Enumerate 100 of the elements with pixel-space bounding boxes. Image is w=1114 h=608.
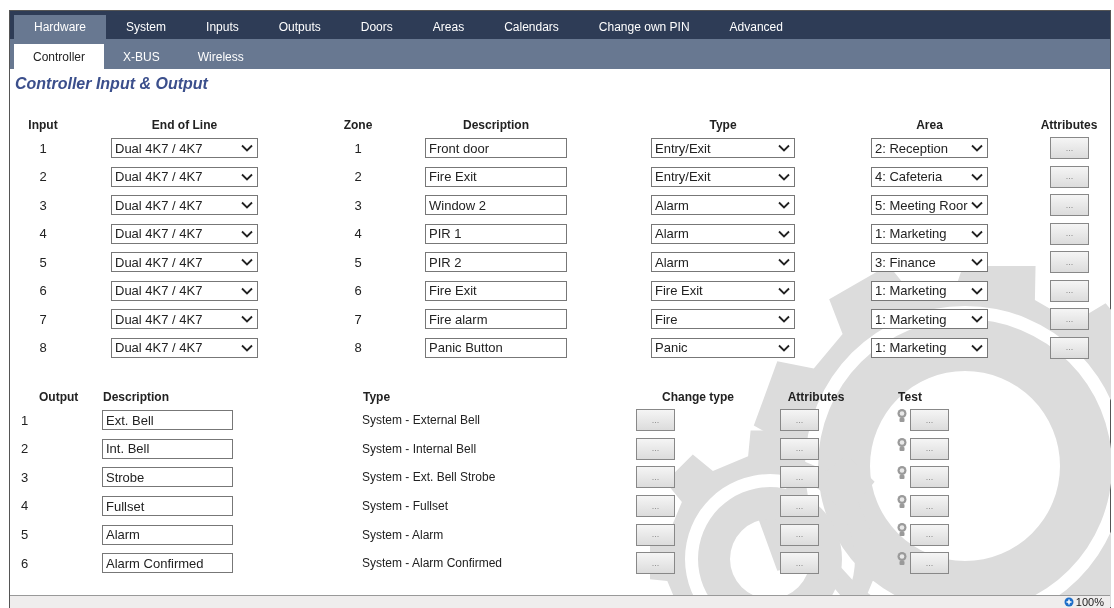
table-cell-text: 6 xyxy=(354,282,362,300)
dropdown[interactable]: Entry/Exit xyxy=(651,138,795,159)
column-header: Type xyxy=(363,389,392,406)
table-cell-text: 7 xyxy=(39,310,47,329)
caret-icon xyxy=(971,172,983,181)
caret-icon xyxy=(778,172,790,181)
dropdown[interactable]: Dual 4K7 / 4K7 xyxy=(111,280,258,301)
text-field[interactable]: Fire alarm xyxy=(425,309,567,330)
dropdown[interactable]: 3: Finance xyxy=(871,252,988,273)
column-header: Input xyxy=(28,117,58,134)
table-cell-text: System - Alarm Confirmed xyxy=(362,555,504,573)
column-header: Zone xyxy=(343,117,373,134)
text-field[interactable]: PIR 1 xyxy=(425,223,567,244)
light-bulb-icon xyxy=(897,493,907,510)
zoom-icon[interactable] xyxy=(1063,597,1074,607)
text-field[interactable]: Fire Exit xyxy=(425,280,567,301)
table-cell-text: System - External Bell xyxy=(362,412,482,430)
dropdown[interactable]: 2: Reception xyxy=(871,138,988,159)
dropdown[interactable]: Dual 4K7 / 4K7 xyxy=(111,166,258,187)
table-cell-text: 3 xyxy=(354,196,362,215)
caret-icon xyxy=(778,343,790,352)
dropdown[interactable]: Dual 4K7 / 4K7 xyxy=(111,138,258,159)
text-field[interactable]: Fire Exit xyxy=(425,166,567,187)
dropdown[interactable]: 1: Marketing xyxy=(871,280,988,301)
table-cell-text: 4 xyxy=(21,497,30,516)
caret-icon xyxy=(241,286,253,295)
table-cell-text: 1 xyxy=(21,411,30,430)
nav-tab[interactable]: Hardware xyxy=(14,15,107,39)
table-cell-text: 8 xyxy=(354,339,362,357)
nav-tab[interactable]: Areas xyxy=(412,15,485,39)
table-cell-text: 4 xyxy=(354,225,362,243)
caret-icon xyxy=(971,201,983,210)
dropdown[interactable]: 1: Marketing xyxy=(871,309,988,330)
caret-icon xyxy=(778,258,790,267)
column-header: Output xyxy=(39,389,79,406)
text-field[interactable]: PIR 2 xyxy=(425,252,567,273)
caret-icon xyxy=(778,286,790,295)
table-cell-text: 5 xyxy=(21,525,30,544)
table-cell-text: System - Internal Bell xyxy=(362,440,478,458)
caret-icon xyxy=(971,258,983,267)
text-field[interactable]: Front door xyxy=(425,138,567,159)
text-field[interactable]: Strobe xyxy=(102,467,233,488)
text-field[interactable]: Panic Button xyxy=(425,337,567,358)
dropdown[interactable]: Alarm xyxy=(651,195,795,216)
table-cell-text: 3 xyxy=(21,468,30,487)
table-cell-text: 5 xyxy=(39,253,47,272)
dropdown[interactable]: Entry/Exit xyxy=(651,166,795,187)
caret-icon xyxy=(778,315,790,324)
dropdown[interactable]: Panic xyxy=(651,337,795,358)
light-bulb-icon xyxy=(897,522,907,539)
nav-tab[interactable]: Advanced xyxy=(709,15,803,39)
nav-tab[interactable]: Outputs xyxy=(258,15,341,39)
table-cell-text: 3 xyxy=(39,196,47,215)
table-cell-text: 1 xyxy=(354,139,362,158)
column-header: Description xyxy=(463,117,529,134)
caret-icon xyxy=(241,343,253,352)
dropdown[interactable]: Alarm xyxy=(651,223,795,244)
text-field[interactable]: Alarm xyxy=(102,524,233,545)
dropdown[interactable]: Dual 4K7 / 4K7 xyxy=(111,252,258,273)
caret-icon xyxy=(971,343,983,352)
nav-tab[interactable]: Doors xyxy=(340,15,413,39)
dropdown[interactable]: Dual 4K7 / 4K7 xyxy=(111,337,258,358)
table-cell-text: System - Alarm xyxy=(362,526,445,544)
dropdown[interactable]: Alarm xyxy=(651,252,795,273)
page-title: Controller Input & Output xyxy=(15,75,208,92)
dropdown[interactable]: 5: Meeting Roor xyxy=(871,195,988,216)
dropdown[interactable]: Fire xyxy=(651,309,795,330)
dropdown[interactable]: 1: Marketing xyxy=(871,223,988,244)
table-cell-text: System - Ext. Bell Strobe xyxy=(362,469,497,487)
nav-tab[interactable]: Inputs xyxy=(186,15,259,39)
caret-icon xyxy=(971,315,983,324)
sub-tab[interactable]: X-BUS xyxy=(104,44,179,69)
text-field[interactable]: Window 2 xyxy=(425,195,567,216)
table-cell-text: 1 xyxy=(39,139,47,158)
column-header: Attributes xyxy=(1040,117,1098,134)
column-header: Attributes xyxy=(786,389,846,406)
table-cell-text: 2 xyxy=(39,168,47,186)
nav-tab[interactable]: Change own PIN xyxy=(578,15,710,39)
text-field[interactable]: Int. Bell xyxy=(102,438,233,459)
table-cell-text: 6 xyxy=(21,554,30,573)
caret-icon xyxy=(778,229,790,238)
column-header: End of Line xyxy=(151,117,218,134)
nav-tab[interactable]: System xyxy=(106,15,187,39)
text-field[interactable]: Ext. Bell xyxy=(102,410,233,431)
dropdown[interactable]: Dual 4K7 / 4K7 xyxy=(111,309,258,330)
nav-tab[interactable]: Calendars xyxy=(484,15,579,39)
dropdown[interactable]: Fire Exit xyxy=(651,280,795,301)
dropdown[interactable]: 4: Cafeteria xyxy=(871,166,988,187)
sub-tab[interactable]: Wireless xyxy=(178,44,263,69)
text-field[interactable]: Alarm Confirmed xyxy=(102,553,233,574)
table-cell-text: 2 xyxy=(21,440,30,459)
text-field[interactable]: Fullset xyxy=(102,496,233,517)
table-cell-text: 8 xyxy=(39,339,47,357)
sub-tab[interactable]: Controller xyxy=(14,44,105,69)
dropdown[interactable]: Dual 4K7 / 4K7 xyxy=(111,223,258,244)
dropdown[interactable]: 1: Marketing xyxy=(871,337,988,358)
table-cell-text: 5 xyxy=(354,253,362,272)
dropdown[interactable]: Dual 4K7 / 4K7 xyxy=(111,195,258,216)
table-cell-text: System - Fullset xyxy=(362,498,449,516)
table-cell-text: 7 xyxy=(354,310,362,329)
